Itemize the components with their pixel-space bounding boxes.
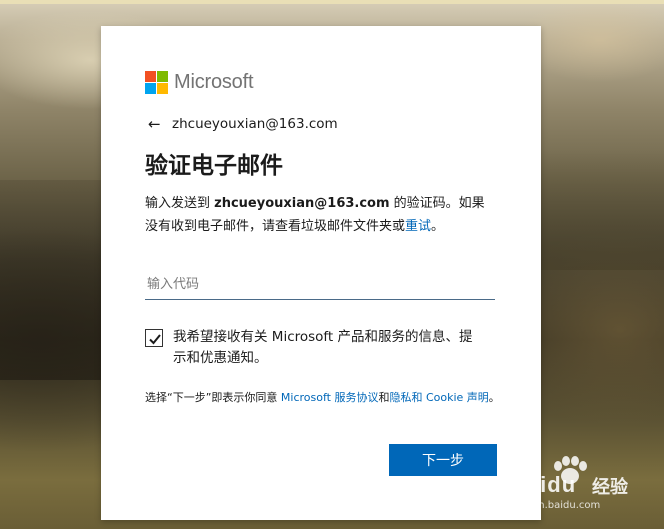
checkmark-icon bbox=[149, 334, 161, 345]
description-suffix: 。 bbox=[431, 219, 445, 234]
terms-prefix: 选择“下一步”即表示你同意 bbox=[145, 391, 281, 404]
watermark-url: jingyan.baidu.com bbox=[508, 500, 601, 511]
watermark-brand-part2: du bbox=[547, 472, 577, 497]
baidu-watermark: Baidu 经验 jingyan.baidu.com bbox=[506, 456, 656, 516]
service-agreement-link[interactable]: Microsoft 服务协议 bbox=[281, 391, 379, 404]
logo-square-yellow bbox=[157, 82, 168, 94]
page-title: 验证电子邮件 bbox=[145, 153, 283, 179]
terms-text: 选择“下一步”即表示你同意 Microsoft 服务协议和隐私和 Cookie … bbox=[145, 390, 501, 405]
description-text: 输入发送到 zhcueyouxian@163.com 的验证码。如果没有收到电子… bbox=[145, 192, 485, 238]
watermark-brand-part1: Bai bbox=[510, 472, 548, 497]
background-hill-left bbox=[0, 180, 101, 380]
code-input[interactable] bbox=[145, 270, 495, 300]
consent-label: 我希望接收有关 Microsoft 产品和服务的信息、提示和优惠通知。 bbox=[173, 329, 473, 366]
logo-text: Microsoft bbox=[174, 70, 254, 93]
identity-email: zhcueyouxian@163.com bbox=[172, 116, 338, 132]
microsoft-logo-icon bbox=[145, 70, 168, 94]
signin-card: Microsoft ← zhcueyouxian@163.com 验证电子邮件 … bbox=[101, 26, 541, 520]
logo-square-red bbox=[145, 70, 156, 82]
next-button[interactable]: 下一步 bbox=[389, 444, 497, 476]
back-arrow-icon[interactable]: ← bbox=[148, 115, 162, 133]
background-hill-right bbox=[540, 150, 664, 270]
consent-checkbox[interactable] bbox=[145, 329, 163, 347]
top-border bbox=[0, 0, 664, 4]
watermark-brand: Baidu bbox=[510, 472, 576, 498]
microsoft-logo: Microsoft bbox=[145, 70, 254, 94]
privacy-cookie-link[interactable]: 隐私和 Cookie 声明 bbox=[389, 391, 488, 404]
description-email: zhcueyouxian@163.com bbox=[214, 196, 390, 211]
retry-link[interactable]: 重试 bbox=[405, 219, 431, 234]
consent-row: 我希望接收有关 Microsoft 产品和服务的信息、提示和优惠通知。 bbox=[145, 327, 485, 369]
logo-square-green bbox=[157, 70, 168, 82]
terms-suffix: 。 bbox=[488, 391, 500, 404]
watermark-cn: 经验 bbox=[592, 477, 628, 498]
identity-banner: ← zhcueyouxian@163.com bbox=[148, 115, 338, 133]
terms-and: 和 bbox=[378, 391, 390, 404]
logo-square-blue bbox=[145, 82, 156, 94]
description-prefix: 输入发送到 bbox=[145, 196, 215, 211]
